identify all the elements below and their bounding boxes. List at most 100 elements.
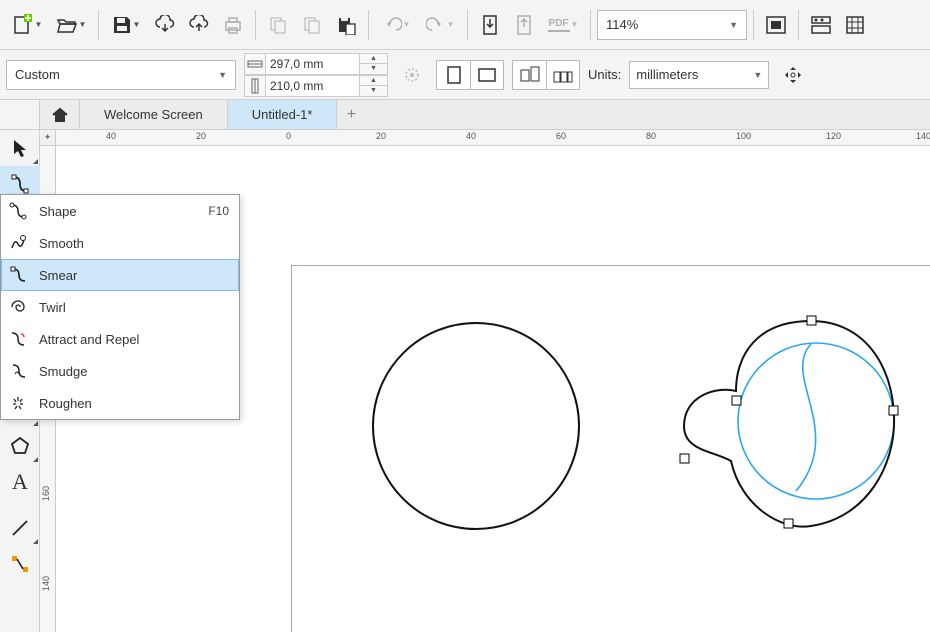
paste-icon xyxy=(336,15,356,35)
import-button[interactable] xyxy=(474,9,506,41)
smudge-icon xyxy=(7,360,29,382)
text-tool[interactable]: A xyxy=(0,464,40,500)
grid-icon xyxy=(845,15,865,35)
smooth-icon xyxy=(7,232,29,254)
flyout-label: Smear xyxy=(39,268,77,283)
ruler-origin[interactable]: ✦ xyxy=(40,130,56,146)
flyout-item-twirl[interactable]: Twirl xyxy=(1,291,239,323)
flyout-label: Shape xyxy=(39,204,77,219)
zoom-select[interactable]: 114% ▼ xyxy=(597,10,747,40)
height-icon xyxy=(244,75,266,97)
connector-tool[interactable] xyxy=(0,546,40,582)
redo-button[interactable]: ▼ xyxy=(419,9,461,41)
pdf-button[interactable]: PDF ▼ xyxy=(542,9,584,41)
new-document-button[interactable]: ▼ xyxy=(6,9,48,41)
preset-value: Custom xyxy=(15,67,60,82)
shape-tool-icon xyxy=(10,174,30,194)
line-tool[interactable] xyxy=(0,510,40,546)
import-icon xyxy=(480,14,500,36)
orientation-group xyxy=(436,60,504,90)
folder-open-icon xyxy=(56,14,78,36)
cut-icon xyxy=(268,15,288,35)
page-preset-select[interactable]: Custom ▼ xyxy=(6,60,236,90)
flyout-item-smear[interactable]: Smear xyxy=(1,259,239,291)
cloud-upload-icon xyxy=(188,15,210,35)
shape-node-icon xyxy=(7,200,29,222)
flyout-item-smooth[interactable]: Smooth xyxy=(1,227,239,259)
page-dimensions: 297,0 mm ▲▼ 210,0 mm ▲▼ xyxy=(244,53,388,97)
smear-icon xyxy=(7,264,29,286)
save-button[interactable]: ▼ xyxy=(105,9,147,41)
cut-button[interactable] xyxy=(262,9,294,41)
page-width-input[interactable]: 297,0 mm xyxy=(266,53,360,75)
flyout-label: Attract and Repel xyxy=(39,332,139,347)
canvas-object-smeared[interactable] xyxy=(636,296,916,556)
print-button[interactable] xyxy=(217,9,249,41)
flyout-item-roughen[interactable]: Roughen xyxy=(1,387,239,419)
flyout-item-attract-repel[interactable]: Attract and Repel xyxy=(1,323,239,355)
page-height-input[interactable]: 210,0 mm xyxy=(266,75,360,97)
chevron-down-icon: ▼ xyxy=(753,70,762,80)
width-spinner[interactable]: ▲▼ xyxy=(360,53,388,75)
attract-repel-icon xyxy=(7,328,29,350)
tab-welcome[interactable]: Welcome Screen xyxy=(80,100,228,129)
width-icon xyxy=(244,53,266,75)
property-bar: Custom ▼ 297,0 mm ▲▼ 210,0 mm ▲▼ Units: … xyxy=(0,50,930,100)
pick-tool[interactable] xyxy=(0,130,40,166)
flyout-label: Smooth xyxy=(39,236,84,251)
current-page-button[interactable] xyxy=(546,60,580,90)
grid-button[interactable] xyxy=(839,9,871,41)
ruler-icon xyxy=(810,15,832,35)
nudge-icon xyxy=(782,64,804,86)
flyout-shortcut: F10 xyxy=(208,204,229,218)
height-spinner[interactable]: ▲▼ xyxy=(360,75,388,97)
main-toolbar: ▼ ▼ ▼ ▼ ▼ PDF ▼ xyxy=(0,0,930,50)
cloud-upload-button[interactable] xyxy=(183,9,215,41)
cloud-download-button[interactable] xyxy=(149,9,181,41)
shape-tool[interactable]: Shape F10 Smooth Smear Twirl Attra xyxy=(0,166,40,202)
flyout-item-smudge[interactable]: Smudge xyxy=(1,355,239,387)
fullscreen-icon xyxy=(765,15,787,35)
new-tab-button[interactable]: + xyxy=(337,100,365,129)
flyout-label: Roughen xyxy=(39,396,92,411)
portrait-button[interactable] xyxy=(436,60,470,90)
export-button[interactable] xyxy=(508,9,540,41)
undo-icon xyxy=(382,16,402,34)
landscape-button[interactable] xyxy=(470,60,504,90)
flyout-item-shape[interactable]: Shape F10 xyxy=(1,195,239,227)
home-tab[interactable] xyxy=(40,100,80,129)
polygon-icon xyxy=(10,436,30,456)
tab-document[interactable]: Untitled-1* xyxy=(228,100,338,129)
units-label: Units: xyxy=(588,67,621,82)
paste-button[interactable] xyxy=(330,9,362,41)
canvas-object-circle[interactable] xyxy=(366,316,586,536)
cloud-download-icon xyxy=(154,15,176,35)
page-mode-group xyxy=(512,60,580,90)
copy-button[interactable] xyxy=(296,9,328,41)
arrow-cursor-icon xyxy=(11,138,29,158)
text-icon: A xyxy=(12,469,28,495)
rulers-button[interactable] xyxy=(805,9,837,41)
undo-button[interactable]: ▼ xyxy=(375,9,417,41)
chevron-down-icon: ▼ xyxy=(218,70,227,80)
fullscreen-button[interactable] xyxy=(760,9,792,41)
zoom-value: 114% xyxy=(606,17,638,32)
pdf-icon: PDF xyxy=(548,17,570,32)
print-icon xyxy=(223,15,243,35)
roughen-icon xyxy=(7,392,29,414)
autofit-icon xyxy=(401,64,423,86)
redo-icon xyxy=(426,16,446,34)
new-file-icon xyxy=(12,14,34,36)
twirl-icon xyxy=(7,296,29,318)
all-pages-button[interactable] xyxy=(512,60,546,90)
units-select[interactable]: millimeters ▼ xyxy=(629,61,769,89)
open-button[interactable]: ▼ xyxy=(50,9,92,41)
polygon-tool[interactable] xyxy=(0,428,40,464)
auto-fit-button[interactable] xyxy=(396,59,428,91)
shape-tool-flyout: Shape F10 Smooth Smear Twirl Attra xyxy=(0,194,240,420)
units-value: millimeters xyxy=(636,67,698,82)
nudge-button[interactable] xyxy=(777,59,809,91)
connector-icon xyxy=(10,554,30,574)
horizontal-ruler[interactable]: 40 20 0 20 40 60 80 100 120 140 xyxy=(56,130,930,146)
toolbox: Shape F10 Smooth Smear Twirl Attra xyxy=(0,130,40,632)
